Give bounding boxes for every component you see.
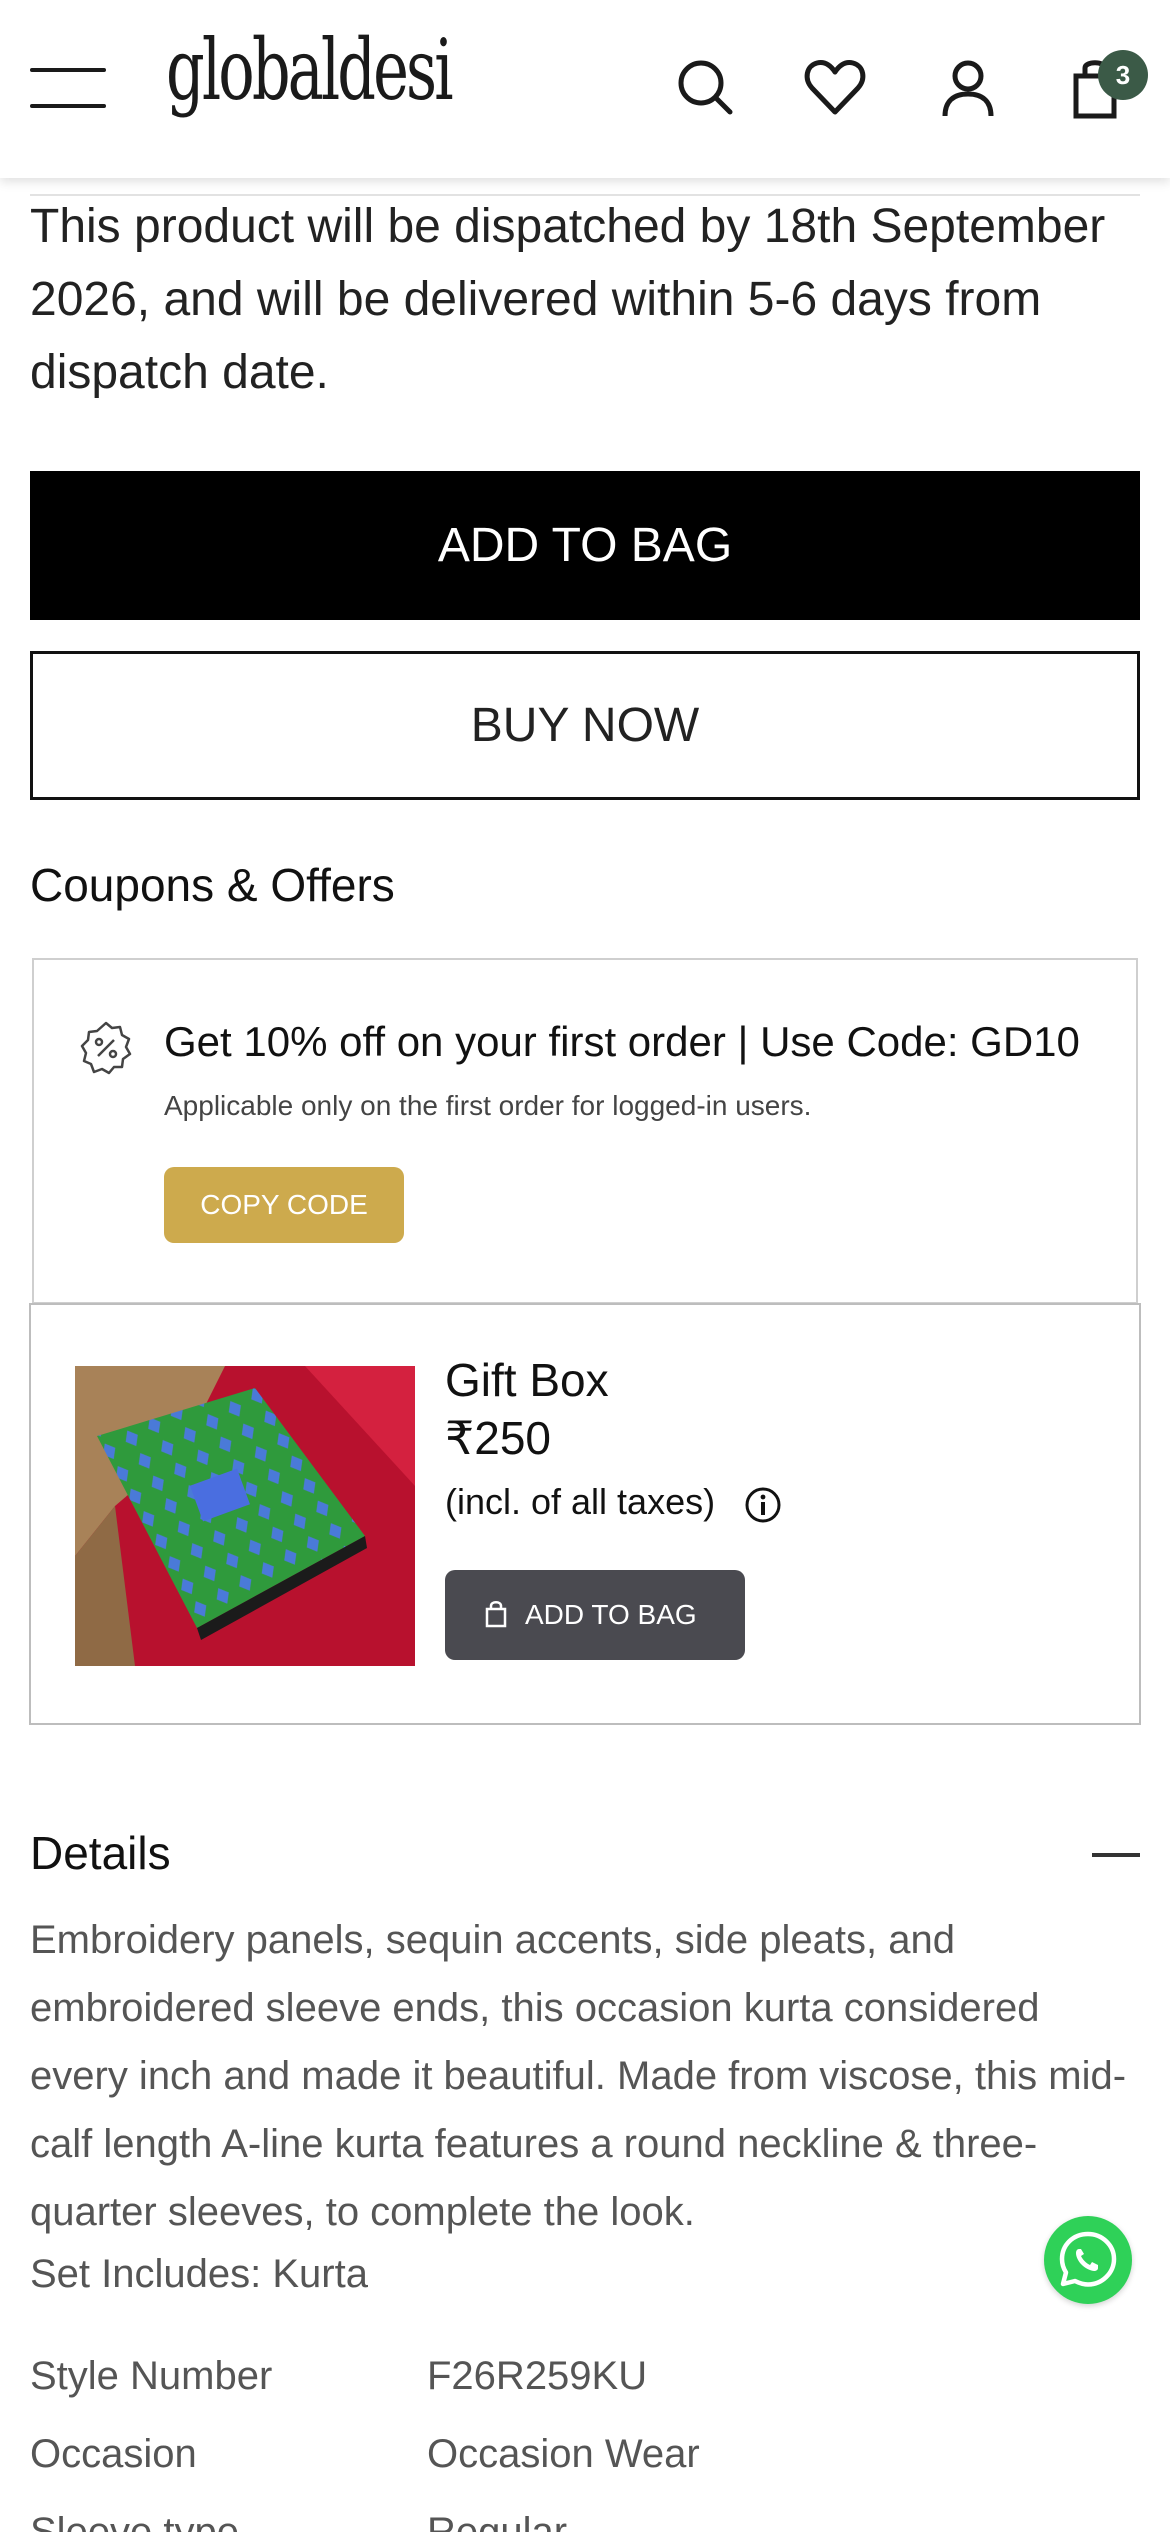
- spec-value: F26R259KU: [427, 2354, 648, 2398]
- buy-now-button[interactable]: BUY NOW: [30, 651, 1140, 800]
- product-description: Embroidery panels, sequin accents, side …: [30, 1918, 1127, 2234]
- whatsapp-icon[interactable]: [1044, 2216, 1132, 2304]
- info-icon[interactable]: [743, 1485, 783, 1525]
- bag-icon: [485, 1601, 507, 1628]
- spec-label: Style Number: [30, 2354, 273, 2398]
- gift-price: ₹250: [445, 1412, 552, 1464]
- discount-icon: [78, 1020, 134, 1076]
- search-icon[interactable]: [670, 52, 740, 122]
- tax-note: (incl. of all taxes): [445, 1481, 716, 1522]
- coupon-card: Get 10% off on your first order | Use Co…: [32, 958, 1138, 1304]
- menu-icon[interactable]: [30, 68, 106, 108]
- user-icon[interactable]: [933, 52, 1003, 122]
- gift-box-image: [75, 1366, 415, 1666]
- cart-count-badge: 3: [1098, 50, 1148, 100]
- coupon-title: Get 10% off on your first order | Use Co…: [164, 1018, 1080, 1065]
- copy-code-button[interactable]: COPY CODE: [164, 1167, 404, 1243]
- gift-add-to-bag-button[interactable]: ADD TO BAG: [445, 1570, 745, 1660]
- gift-name: Gift Box: [445, 1354, 609, 1406]
- minus-icon[interactable]: [1092, 1853, 1140, 1857]
- gift-add-label: ADD TO BAG: [525, 1599, 697, 1630]
- coupons-heading: Coupons & Offers: [30, 859, 395, 911]
- dispatch-note: This product will be dispatched by 18th …: [30, 200, 1106, 399]
- heart-icon[interactable]: [800, 52, 870, 122]
- add-to-bag-button[interactable]: ADD TO BAG: [30, 471, 1140, 620]
- gift-box-card: Gift Box ₹250 (incl. of all taxes) ADD T…: [29, 1303, 1141, 1725]
- spec-label: Sleeve type: [30, 2510, 240, 2532]
- set-includes: Set Includes: Kurta: [30, 2252, 368, 2296]
- header: globaldesi 3: [0, 0, 1170, 178]
- coupon-subtext: Applicable only on the first order for l…: [164, 1090, 812, 1121]
- details-heading[interactable]: Details: [30, 1826, 171, 1880]
- logo[interactable]: globaldesi: [166, 28, 454, 112]
- spec-value: Occasion Wear: [427, 2432, 700, 2476]
- spec-value: Regular: [427, 2510, 568, 2532]
- spec-label: Occasion: [30, 2432, 197, 2476]
